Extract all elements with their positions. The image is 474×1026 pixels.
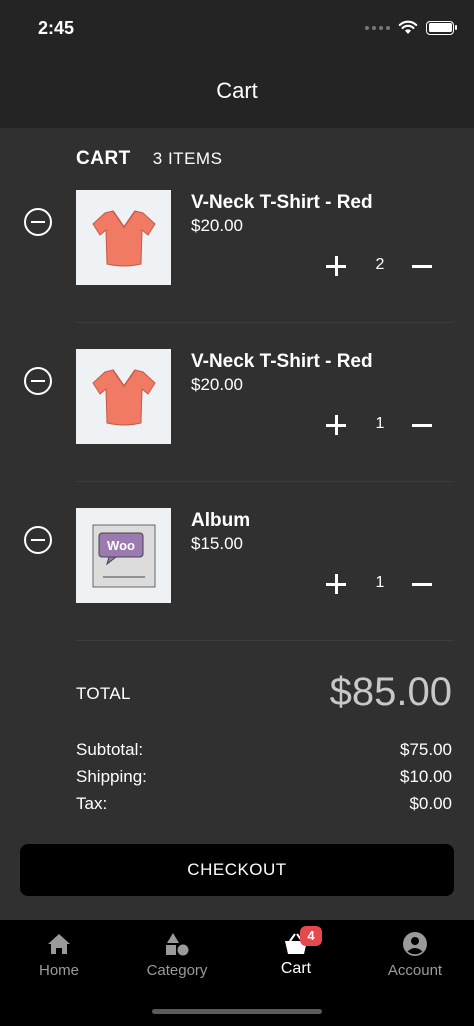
tab-label: Category bbox=[146, 962, 208, 979]
product-image[interactable] bbox=[76, 190, 171, 285]
total-label: TOTAL bbox=[76, 684, 131, 703]
item-name: V-Neck T-Shirt - Red bbox=[191, 351, 373, 372]
cart-header: CART 3 ITEMS bbox=[76, 148, 222, 170]
cart-item: Woo Album $15.00 1 bbox=[0, 508, 474, 668]
total-value: $85.00 bbox=[329, 670, 452, 714]
navigation-bar: Cart bbox=[0, 56, 474, 128]
decrease-quantity-button[interactable] bbox=[412, 256, 432, 276]
increase-quantity-button[interactable] bbox=[326, 256, 346, 276]
subtotal-label: Subtotal: bbox=[76, 740, 144, 759]
remove-item-button[interactable] bbox=[24, 367, 52, 395]
subtotal-row: Subtotal: $75.00 bbox=[76, 740, 452, 762]
item-price: $20.00 bbox=[191, 216, 243, 235]
item-price: $20.00 bbox=[191, 375, 243, 394]
item-price: $15.00 bbox=[191, 534, 243, 553]
cart-label: CART bbox=[76, 148, 131, 169]
tax-row: Tax: $0.00 bbox=[76, 794, 452, 816]
tab-account[interactable]: Account bbox=[356, 930, 474, 990]
quantity-value: 2 bbox=[375, 256, 385, 273]
battery-icon bbox=[426, 20, 457, 35]
tax-label: Tax: bbox=[76, 794, 108, 813]
product-image[interactable] bbox=[76, 349, 171, 444]
item-name: V-Neck T-Shirt - Red bbox=[191, 192, 373, 213]
divider bbox=[76, 640, 454, 641]
tab-label: Home bbox=[38, 962, 79, 979]
album-logo-text: Woo bbox=[107, 538, 135, 553]
wifi-icon bbox=[398, 20, 418, 34]
shipping-row: Shipping: $10.00 bbox=[76, 767, 452, 789]
tshirt-icon bbox=[91, 368, 156, 425]
cart-item: V-Neck T-Shirt - Red $20.00 2 bbox=[0, 190, 474, 350]
decrease-quantity-button[interactable] bbox=[412, 415, 432, 435]
tab-home[interactable]: Home bbox=[0, 930, 118, 990]
category-icon bbox=[166, 933, 189, 956]
tab-label: Account bbox=[387, 962, 443, 979]
status-bar: 2:45 bbox=[0, 0, 474, 56]
tab-cart[interactable]: 4 Cart bbox=[237, 926, 355, 990]
account-icon bbox=[403, 932, 427, 956]
item-name: Album bbox=[191, 510, 251, 531]
cart-item-count: 3 ITEMS bbox=[152, 149, 223, 168]
home-icon bbox=[48, 934, 70, 954]
status-time: 2:45 bbox=[38, 18, 75, 38]
divider bbox=[76, 481, 454, 482]
quantity-stepper: 1 bbox=[318, 411, 442, 439]
quantity-stepper: 2 bbox=[318, 252, 442, 280]
signal-icon bbox=[365, 25, 390, 30]
cart-icon-wrapper: 4 bbox=[282, 926, 322, 958]
subtotal-value: $75.00 bbox=[400, 740, 452, 759]
tshirt-icon bbox=[91, 209, 156, 266]
shipping-label: Shipping: bbox=[76, 767, 147, 786]
remove-item-button[interactable] bbox=[24, 208, 52, 236]
checkout-button[interactable]: CHECKOUT bbox=[20, 844, 454, 896]
increase-quantity-button[interactable] bbox=[326, 574, 346, 594]
page-title: Cart bbox=[216, 78, 258, 103]
quantity-stepper: 1 bbox=[318, 570, 442, 598]
status-icons bbox=[365, 20, 457, 35]
quantity-value: 1 bbox=[375, 574, 385, 591]
remove-item-button[interactable] bbox=[24, 526, 52, 554]
increase-quantity-button[interactable] bbox=[326, 415, 346, 435]
product-image[interactable]: Woo bbox=[76, 508, 171, 603]
quantity-value: 1 bbox=[375, 415, 385, 432]
tab-category[interactable]: Category bbox=[118, 930, 236, 990]
tax-value: $0.00 bbox=[409, 794, 452, 813]
album-icon: Woo bbox=[92, 524, 155, 587]
tab-label: Cart bbox=[280, 960, 312, 977]
shipping-value: $10.00 bbox=[400, 767, 452, 786]
cart-badge: 4 bbox=[300, 926, 322, 946]
cart-item: V-Neck T-Shirt - Red $20.00 1 bbox=[0, 349, 474, 509]
decrease-quantity-button[interactable] bbox=[412, 574, 432, 594]
home-indicator bbox=[152, 1009, 322, 1014]
divider bbox=[76, 322, 454, 323]
